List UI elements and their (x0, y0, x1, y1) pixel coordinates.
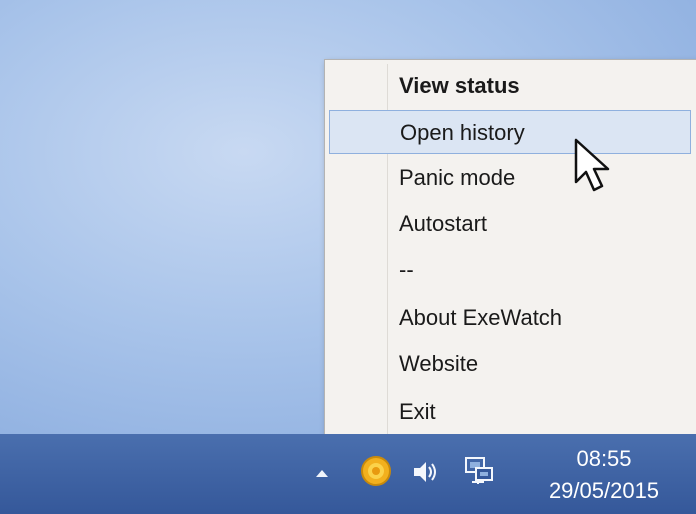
network-icon[interactable] (462, 454, 496, 488)
menu-item-about-exewatch[interactable]: About ExeWatch (329, 296, 691, 340)
menu-item-autostart[interactable]: Autostart (329, 202, 691, 246)
tray-context-menu: View status Open history Panic mode Auto… (324, 59, 696, 440)
clock-time: 08:55 (576, 446, 632, 471)
menu-item-open-history[interactable]: Open history (329, 110, 691, 154)
menu-item-label: Open history (400, 120, 525, 145)
menu-item-view-status[interactable]: View status (329, 64, 691, 108)
exewatch-app-icon[interactable] (360, 455, 392, 487)
speaker-icon[interactable] (410, 458, 440, 486)
menu-item-separator-text[interactable]: -- (329, 248, 691, 292)
menu-item-label: Exit (399, 399, 436, 424)
menu-item-label: Autostart (399, 211, 488, 236)
menu-item-label: About ExeWatch (399, 305, 563, 330)
mouse-pointer-icon (574, 138, 610, 192)
show-hidden-icons-chevron-icon[interactable] (316, 470, 328, 477)
clock-date: 29/05/2015 (548, 478, 660, 503)
taskbar-clock[interactable]: 08:55 29/05/2015 (524, 443, 684, 513)
menu-item-website[interactable]: Website (329, 342, 691, 386)
menu-item-label: -- (399, 257, 414, 282)
menu-item-panic-mode[interactable]: Panic mode (329, 156, 691, 200)
menu-item-label: View status (399, 73, 520, 98)
menu-item-exit[interactable]: Exit (329, 390, 691, 434)
menu-item-label: Panic mode (399, 165, 516, 190)
menu-item-label: Website (399, 351, 479, 376)
